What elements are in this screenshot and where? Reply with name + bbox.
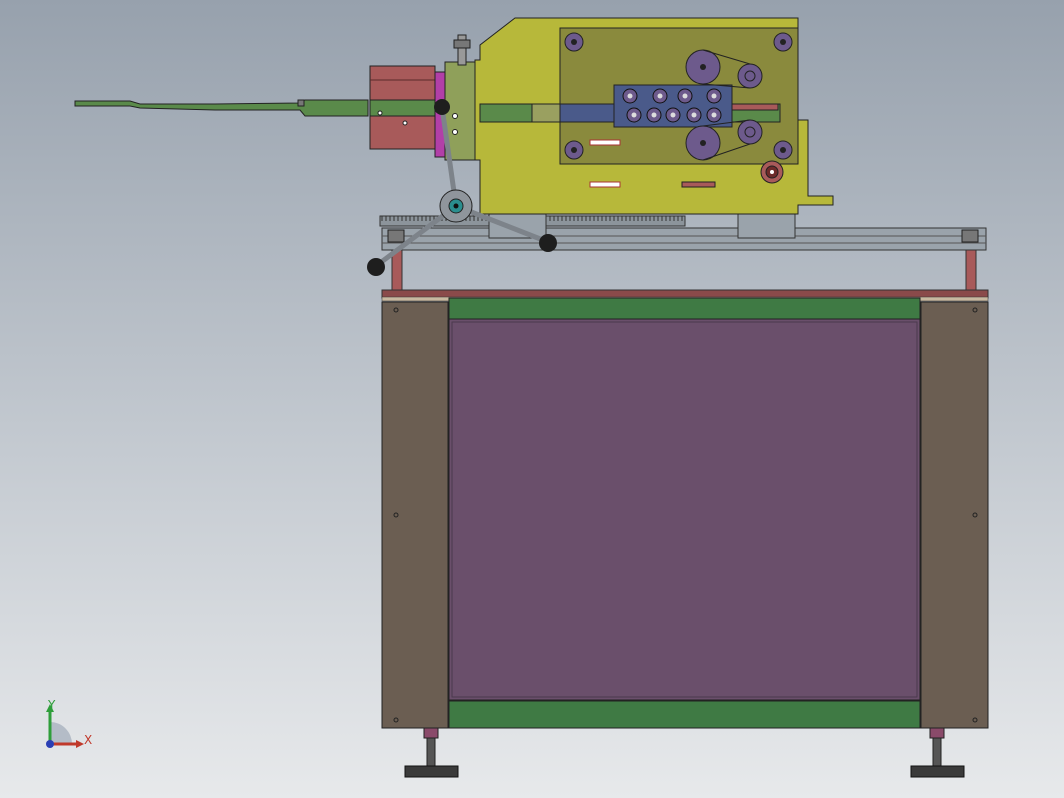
right-frame-leg [920,301,989,729]
machine-base [381,289,989,778]
roller-axle [657,93,663,99]
feeder-arm [74,99,369,117]
carriage-block-left [488,213,547,239]
rack-rail-assembly [379,213,987,291]
roller-axle [682,93,688,99]
tension-wheel-top [737,63,763,89]
bolt-center [571,39,577,45]
roller-axle [631,112,637,118]
left-frame-leg [381,301,449,729]
handwheel-knob-right[interactable] [539,234,557,252]
cad-viewport[interactable] [0,0,1064,798]
triad-x-label: X [84,733,93,747]
bolt-center [571,147,577,153]
tension-wheel-bottom [737,119,763,145]
roller-axle [670,112,676,118]
bolt-center [780,39,786,45]
coordinate-triad: X Y [38,696,108,756]
leveling-foot-left [404,727,459,778]
roller-axle [651,112,657,118]
handwheel-knob-left[interactable] [367,258,385,276]
linear-rail [381,227,987,251]
leveling-foot-right [910,727,965,778]
cutter-bar [731,103,779,111]
post-right [965,249,977,291]
roller-axle [691,112,697,118]
stripping-head [474,17,834,215]
upper-green-rail [448,297,921,320]
center-panel [448,318,921,701]
triad-y-label: Y [48,698,56,712]
roller-axle [711,112,717,118]
handwheel-knob-top[interactable] [434,99,450,115]
roller-axle [711,93,717,99]
bolt-center [780,147,786,153]
roller-axle [627,93,633,99]
lower-green-rail [448,700,921,729]
triad-z-axis [46,740,54,748]
carriage-block-right [737,213,796,239]
